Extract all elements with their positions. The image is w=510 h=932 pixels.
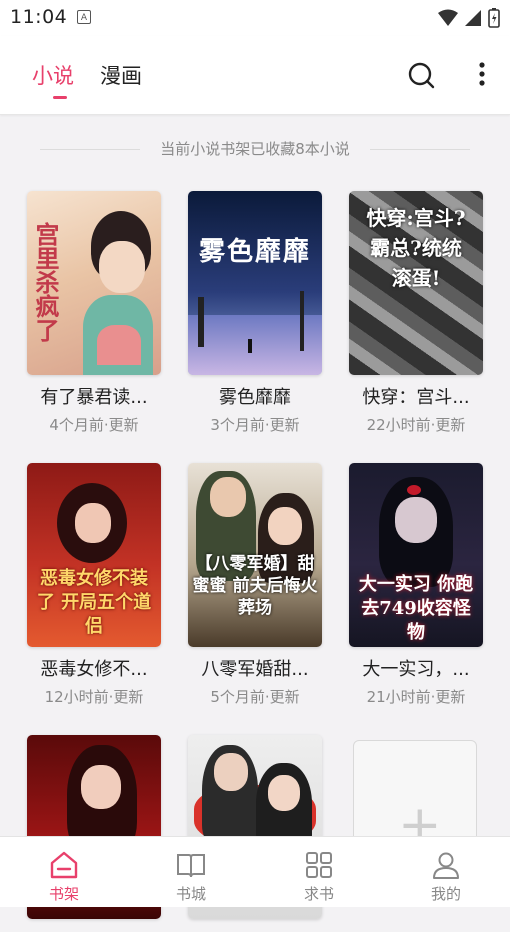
book-update-time: 22小时前·更新 (366, 416, 466, 434)
nav-bookshelf[interactable]: 书架 (14, 837, 114, 907)
book-cover[interactable]: 【八零军婚】甜蜜蜜 前夫后悔火葬场 (188, 463, 322, 647)
nav-bookstore[interactable]: 书城 (141, 837, 241, 907)
book-card[interactable]: 大一实习 你跑去749收容怪物 大一实习，... 21小时前·更新 (349, 463, 483, 707)
bottom-navigation: 书架 书城 求书 我的 (0, 836, 510, 907)
book-cover[interactable]: 宫里杀疯了 (27, 191, 161, 375)
cover-title: 【八零军婚】甜蜜蜜 前夫后悔火葬场 (192, 554, 318, 618)
nav-label: 求书 (303, 885, 334, 903)
status-bar: 11:04 A (0, 0, 510, 36)
book-cover[interactable]: 雾色靡靡 (188, 191, 322, 375)
nav-label: 书架 (48, 885, 79, 903)
book-update-time: 4个月前·更新 (49, 416, 139, 434)
tab-indicator (53, 96, 67, 99)
user-icon (433, 852, 459, 879)
divider-right (370, 149, 470, 150)
book-title: 快穿：宫斗... (362, 387, 470, 408)
cover-title: 恶毒女修不装了 开局五个道侣 (36, 568, 152, 637)
book-title: 八零军婚甜... (201, 659, 309, 680)
tab-novel[interactable]: 小说 (32, 60, 74, 90)
book-cover[interactable]: 大一实习 你跑去749收容怪物 (349, 463, 483, 647)
book-card[interactable]: 雾色靡靡 雾色靡靡 3个月前·更新 (188, 191, 322, 435)
search-icon[interactable] (406, 60, 436, 90)
bookshelf-home-icon (50, 851, 78, 879)
cover-title: 快穿:宫斗?霸总?统统滚蛋! (366, 206, 466, 290)
grid-icon (306, 852, 332, 878)
book-update-time: 5个月前·更新 (210, 688, 300, 706)
nav-label: 书城 (175, 885, 206, 903)
book-update-time: 21小时前·更新 (366, 688, 466, 706)
book-cover[interactable]: 快穿:宫斗?霸总?统统滚蛋! (349, 191, 483, 375)
book-title: 有了暴君读... (40, 387, 148, 408)
book-update-time: 12小时前·更新 (44, 688, 144, 706)
nav-request-book[interactable]: 求书 (269, 837, 369, 907)
book-title: 恶毒女修不... (40, 659, 148, 680)
wifi-icon (438, 9, 458, 26)
cover-title: 雾色靡靡 (198, 237, 311, 267)
open-book-icon (177, 854, 205, 878)
book-cover[interactable]: 恶毒女修不装了 开局五个道侣 (27, 463, 161, 647)
notification-icon: A (77, 10, 91, 24)
more-vertical-icon[interactable] (472, 60, 492, 90)
book-card[interactable]: 【八零军婚】甜蜜蜜 前夫后悔火葬场 八零军婚甜... 5个月前·更新 (188, 463, 322, 707)
app-bar: 小说 漫画 (0, 36, 510, 115)
status-time: 11:04 (10, 6, 68, 28)
shelf-notice: 当前小说书架已收藏8本小说 (0, 138, 510, 162)
nav-label: 我的 (430, 885, 461, 903)
cover-title: 大一实习 你跑去749收容怪物 (358, 574, 474, 643)
status-icons (438, 8, 500, 28)
cover-title: 宫里杀疯了 (31, 222, 60, 342)
signal-icon (465, 10, 481, 26)
tab-comic[interactable]: 漫画 (100, 60, 142, 90)
book-title: 大一实习，... (362, 659, 470, 680)
battery-icon (488, 8, 500, 28)
book-card[interactable]: 宫里杀疯了 有了暴君读... 4个月前·更新 (27, 191, 161, 435)
nav-profile[interactable]: 我的 (396, 837, 496, 907)
book-card[interactable]: 恶毒女修不装了 开局五个道侣 恶毒女修不... 12小时前·更新 (27, 463, 161, 707)
book-card[interactable]: 快穿:宫斗?霸总?统统滚蛋! 快穿：宫斗... 22小时前·更新 (349, 191, 483, 435)
book-title: 雾色靡靡 (219, 387, 291, 408)
book-update-time: 3个月前·更新 (210, 416, 300, 434)
